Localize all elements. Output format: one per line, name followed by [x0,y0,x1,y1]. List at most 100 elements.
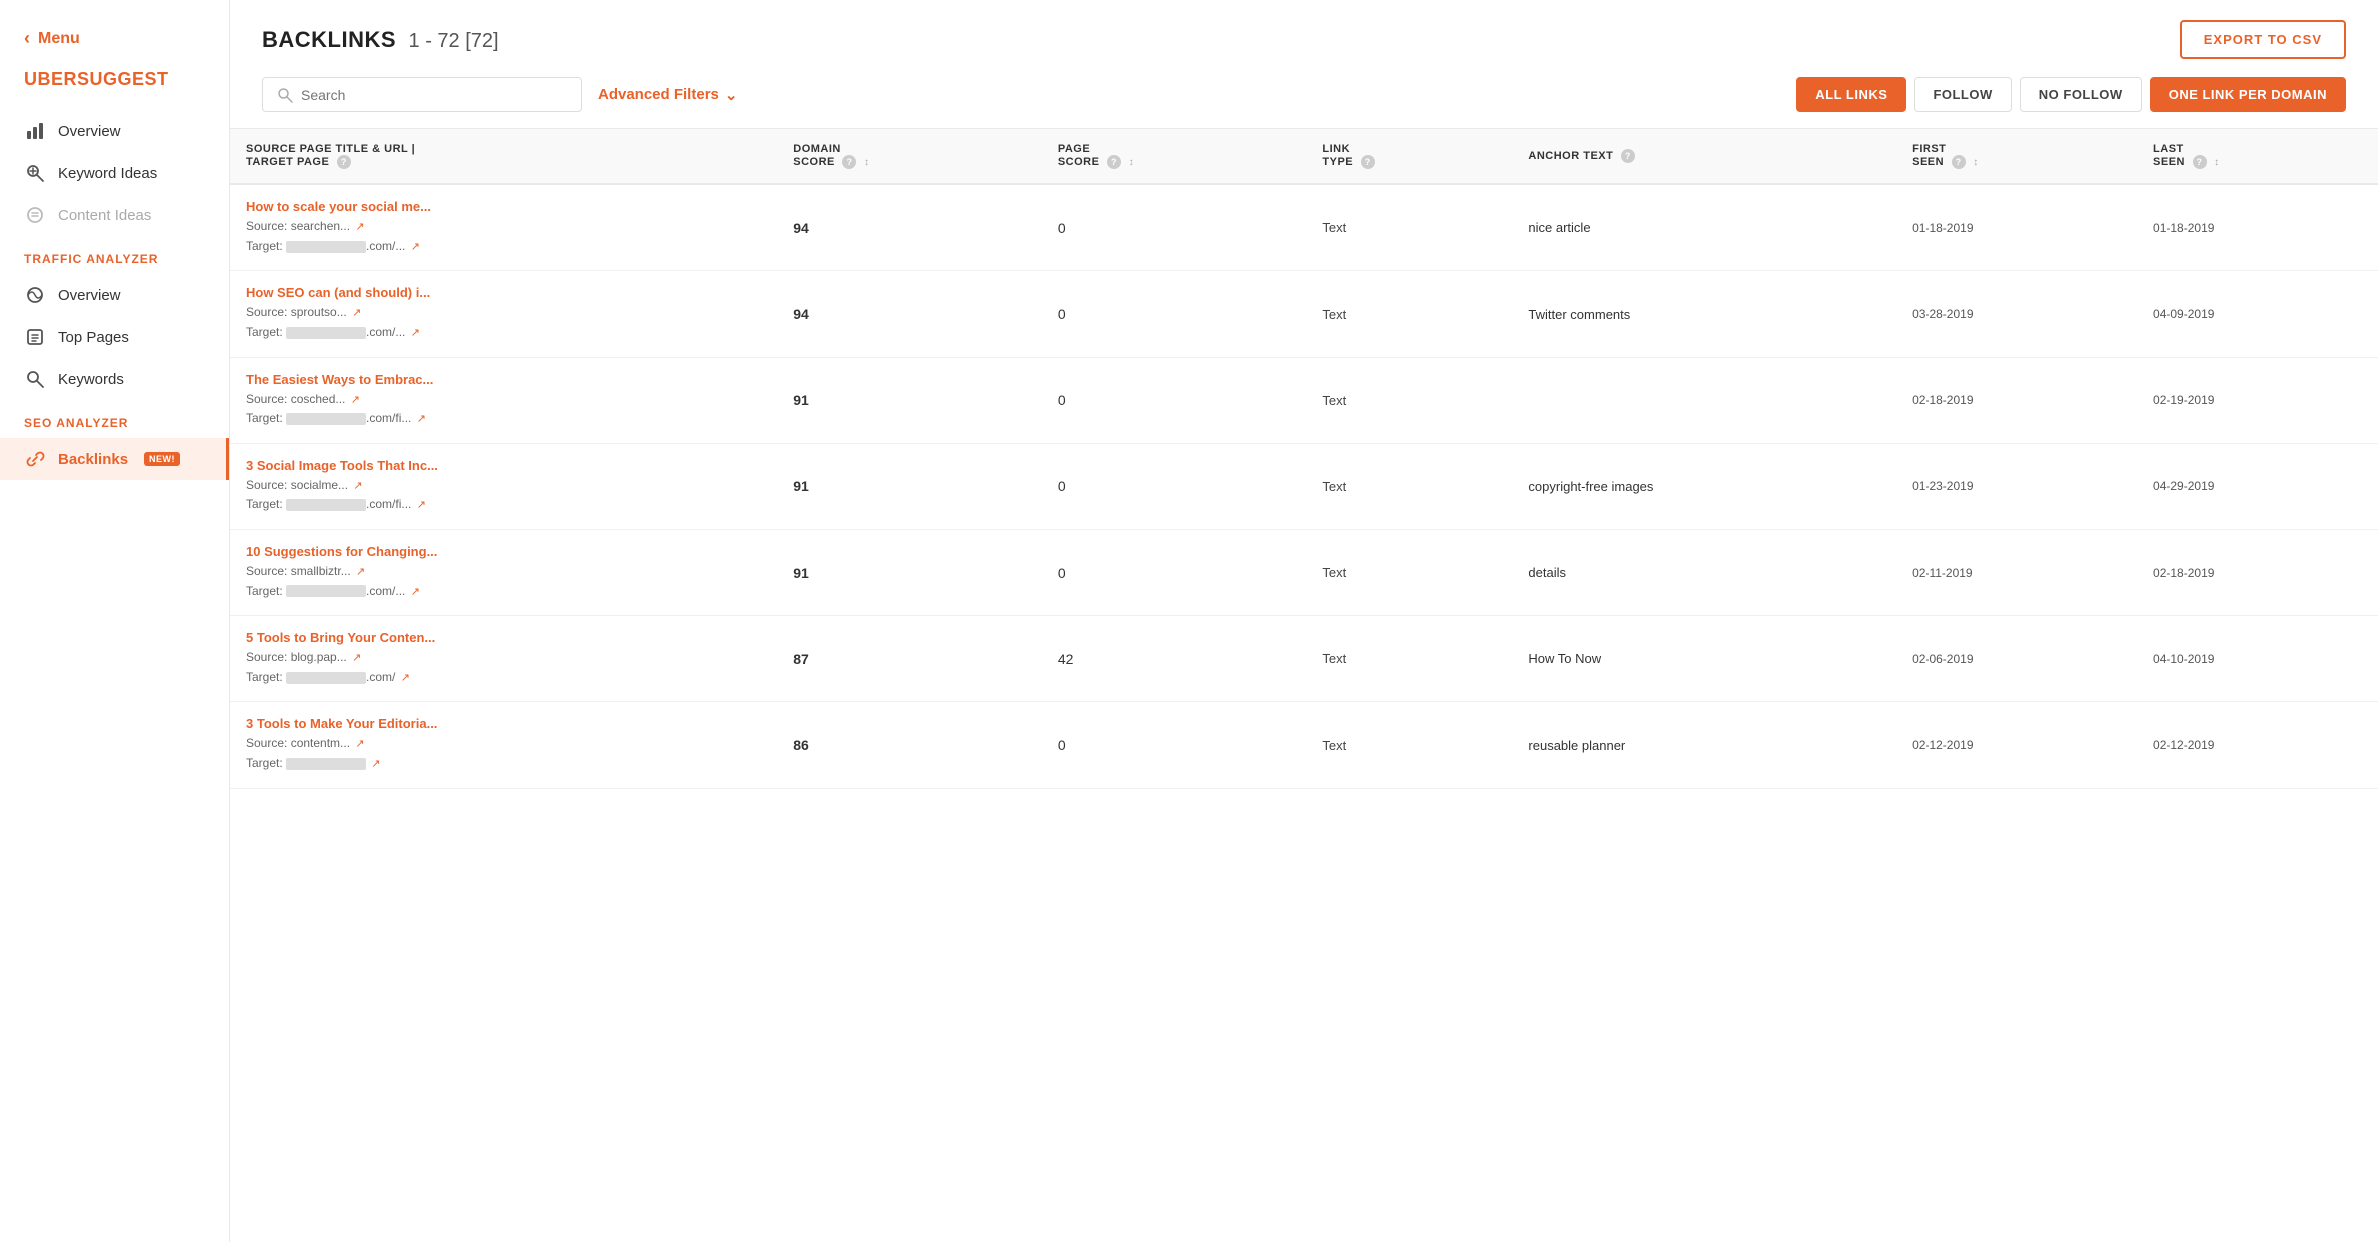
cell-last-seen-2: 02-19-2019 [2137,357,2378,443]
link-type-help-icon[interactable]: ? [1361,155,1375,169]
cell-source-0: How to scale your social me... Source: s… [230,184,777,271]
source-title-3[interactable]: 3 Social Image Tools That Inc... [246,458,761,473]
target-meta-0: Target: .com/... ↗ [246,237,761,257]
search-box[interactable] [262,77,582,112]
brand-logo: UBERSUGGEST [0,69,229,110]
col-page-score: PAGESCORE ? ↕ [1042,129,1307,184]
source-help-icon[interactable]: ? [337,155,351,169]
target-link-icon-6[interactable]: ↗ [371,758,380,770]
source-link-icon-5[interactable]: ↗ [352,652,361,664]
backlinks-count: 1 - 72 [72] [409,30,499,52]
target-meta-2: Target: .com/fi... ↗ [246,409,761,429]
cell-link-type-2: Text [1306,357,1512,443]
cell-page-score-0: 0 [1042,184,1307,271]
page-score-help-icon[interactable]: ? [1107,155,1121,169]
page-score-sort-icon[interactable]: ↕ [1129,157,1135,168]
all-links-button[interactable]: ALL LINKS [1796,77,1906,112]
table-row: 10 Suggestions for Changing... Source: s… [230,530,2378,616]
source-link-icon-1[interactable]: ↗ [352,307,361,319]
target-link-icon-3[interactable]: ↗ [417,499,426,511]
source-meta-2: Source: cosched... ↗ [246,390,761,410]
cell-first-seen-1: 03-28-2019 [1896,271,2137,357]
source-title-1[interactable]: How SEO can (and should) i... [246,285,761,300]
cell-source-3: 3 Social Image Tools That Inc... Source:… [230,443,777,529]
search-input[interactable] [301,87,567,103]
cell-page-score-1: 0 [1042,271,1307,357]
cell-last-seen-5: 04-10-2019 [2137,616,2378,702]
cell-last-seen-4: 02-18-2019 [2137,530,2378,616]
domain-score-sort-icon[interactable]: ↕ [864,157,870,168]
cell-first-seen-0: 01-18-2019 [1896,184,2137,271]
menu-button[interactable]: ‹ Menu [0,20,229,69]
seo-analyzer-section-label: SEO ANALYZER [0,400,229,438]
cell-domain-score-2: 91 [777,357,1042,443]
source-title-6[interactable]: 3 Tools to Make Your Editoria... [246,716,761,731]
anchor-text-help-icon[interactable]: ? [1621,149,1635,163]
source-title-0[interactable]: How to scale your social me... [246,199,761,214]
cell-anchor-text-5: How To Now [1512,616,1896,702]
col-anchor-text: ANCHOR TEXT ? [1512,129,1896,184]
table-row: How SEO can (and should) i... Source: sp… [230,271,2378,357]
sidebar-item-backlinks[interactable]: Backlinks NEW! [0,438,229,480]
target-blurred-6 [286,758,366,770]
export-csv-button[interactable]: EXPORT TO CSV [2180,20,2346,59]
cell-last-seen-1: 04-09-2019 [2137,271,2378,357]
source-link-icon-4[interactable]: ↗ [356,566,365,578]
target-link-icon-4[interactable]: ↗ [411,586,420,598]
target-link-icon-5[interactable]: ↗ [401,672,410,684]
source-title-5[interactable]: 5 Tools to Bring Your Conten... [246,630,761,645]
sidebar-item-content-ideas[interactable]: Content Ideas [0,194,229,236]
advanced-filters-button[interactable]: Advanced Filters ⌄ [598,86,737,104]
source-title-4[interactable]: 10 Suggestions for Changing... [246,544,761,559]
cell-link-type-1: Text [1306,271,1512,357]
col-domain-score: DOMAINSCORE ? ↕ [777,129,1042,184]
source-title-2[interactable]: The Easiest Ways to Embrac... [246,372,761,387]
page-title-area: BACKLINKS 1 - 72 [72] [262,27,499,53]
target-blurred-0 [286,241,366,253]
target-link-icon-2[interactable]: ↗ [417,413,426,425]
first-seen-sort-icon[interactable]: ↕ [1973,157,1979,168]
cell-anchor-text-0: nice article [1512,184,1896,271]
main-content: BACKLINKS 1 - 72 [72] EXPORT TO CSV Adva… [230,0,2378,1242]
cell-first-seen-5: 02-06-2019 [1896,616,2137,702]
new-badge: NEW! [144,452,180,466]
sidebar-item-label: Overview [58,287,121,304]
cell-page-score-3: 0 [1042,443,1307,529]
sidebar-item-keywords[interactable]: Keywords [0,358,229,400]
last-seen-sort-icon[interactable]: ↕ [2214,157,2220,168]
source-link-icon-0[interactable]: ↗ [355,221,364,233]
target-meta-5: Target: .com/ ↗ [246,668,761,688]
sidebar-item-top-pages[interactable]: Top Pages [0,316,229,358]
source-link-icon-3[interactable]: ↗ [353,480,362,492]
cell-domain-score-6: 86 [777,702,1042,788]
cell-source-1: How SEO can (and should) i... Source: sp… [230,271,777,357]
follow-button[interactable]: FOLLOW [1914,77,2011,112]
target-blurred-2 [286,413,366,425]
target-blurred-4 [286,585,366,597]
source-link-icon-2[interactable]: ↗ [351,394,360,406]
target-meta-1: Target: .com/... ↗ [246,323,761,343]
cell-link-type-3: Text [1306,443,1512,529]
table-row: 3 Social Image Tools That Inc... Source:… [230,443,2378,529]
target-link-icon-0[interactable]: ↗ [411,241,420,253]
domain-score-help-icon[interactable]: ? [842,155,856,169]
target-meta-4: Target: .com/... ↗ [246,582,761,602]
target-link-icon-1[interactable]: ↗ [411,327,420,339]
cell-page-score-6: 0 [1042,702,1307,788]
first-seen-help-icon[interactable]: ? [1952,155,1966,169]
sidebar-item-traffic-overview[interactable]: Overview [0,274,229,316]
no-follow-button[interactable]: NO FOLLOW [2020,77,2142,112]
cell-source-4: 10 Suggestions for Changing... Source: s… [230,530,777,616]
one-link-per-domain-button[interactable]: ONE LINK PER DOMAIN [2150,77,2346,112]
table-row: How to scale your social me... Source: s… [230,184,2378,271]
sidebar-item-seo-overview[interactable]: Overview [0,110,229,152]
col-link-type: LINKTYPE ? [1306,129,1512,184]
last-seen-help-icon[interactable]: ? [2193,155,2207,169]
source-link-icon-6[interactable]: ↗ [355,738,364,750]
filters-row: Advanced Filters ⌄ ALL LINKS FOLLOW NO F… [262,77,2346,128]
sidebar-item-label: Backlinks [58,451,128,468]
sidebar-item-keyword-ideas[interactable]: Keyword Ideas [0,152,229,194]
cell-page-score-4: 0 [1042,530,1307,616]
table-body: How to scale your social me... Source: s… [230,184,2378,788]
cell-first-seen-3: 01-23-2019 [1896,443,2137,529]
